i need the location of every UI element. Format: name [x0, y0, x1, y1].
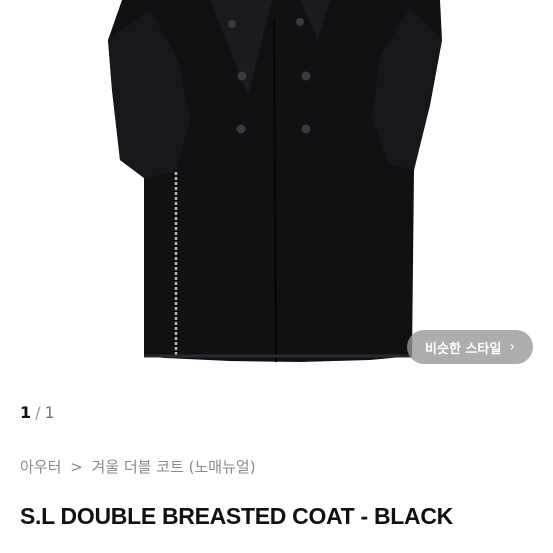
product-title: S.L DOUBLE BREASTED COAT - BLACK [20, 503, 453, 529]
breadcrumb: 아우터 > 겨울 더블 코트 (노매뉴얼) [20, 456, 260, 477]
similar-style-button[interactable]: 비슷한 스타일 › [407, 330, 533, 364]
coat-photo [108, 0, 442, 363]
breadcrumb-category[interactable]: 아우터 [20, 458, 61, 476]
image-counter: 1/1 [20, 403, 55, 422]
image-counter-total: 1 [44, 403, 55, 422]
image-counter-current: 1 [20, 403, 32, 422]
chevron-right-icon: › [509, 339, 515, 355]
image-counter-separator: / [35, 403, 41, 422]
breadcrumb-subcategory[interactable]: 겨울 더블 코트 (노매뉴얼) [92, 458, 256, 476]
breadcrumb-separator: > [70, 458, 83, 476]
similar-style-label: 비슷한 스타일 [425, 341, 502, 357]
product-image[interactable]: 비슷한 스타일 › [0, 0, 553, 382]
